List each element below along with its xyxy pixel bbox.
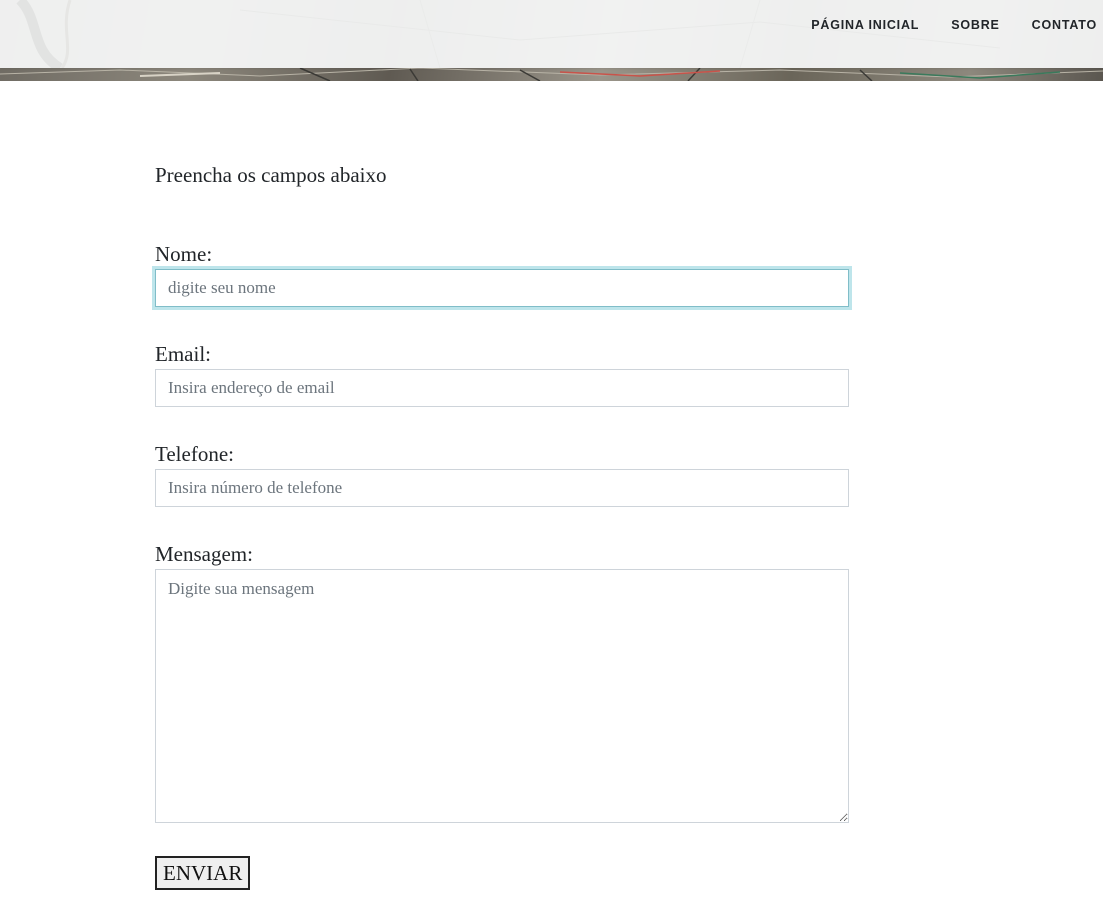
nav-link-sobre[interactable]: SOBRE — [935, 18, 1015, 32]
navbar: PÁGINA INICIAL SOBRE CONTATO — [0, 0, 1103, 68]
nav-link-pagina-inicial[interactable]: PÁGINA INICIAL — [795, 18, 935, 32]
enviar-button[interactable]: ENVIAR — [155, 856, 251, 890]
telefone-group: Telefone: — [155, 442, 849, 507]
email-input[interactable] — [155, 369, 849, 407]
masthead: PÁGINA INICIAL SOBRE CONTATO — [0, 0, 1103, 81]
nome-input[interactable] — [155, 269, 849, 307]
email-group: Email: — [155, 342, 849, 407]
nav-menu: PÁGINA INICIAL SOBRE CONTATO — [795, 0, 1103, 50]
email-label: Email: — [155, 342, 211, 366]
telefone-label: Telefone: — [155, 442, 234, 466]
mensagem-label: Mensagem: — [155, 542, 253, 566]
nome-group: Nome: — [155, 242, 849, 307]
mensagem-group: Mensagem: — [155, 542, 849, 828]
form-intro-text: Preencha os campos abaixo — [155, 163, 387, 187]
nav-link-contato[interactable]: CONTATO — [1016, 18, 1103, 32]
mensagem-textarea[interactable] — [155, 569, 849, 823]
telefone-input[interactable] — [155, 469, 849, 507]
nome-label: Nome: — [155, 242, 213, 266]
